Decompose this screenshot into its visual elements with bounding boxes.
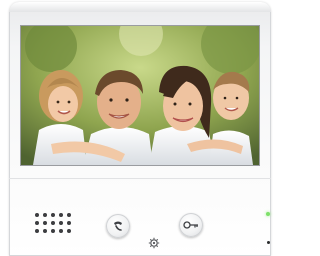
gear-icon[interactable] bbox=[148, 237, 160, 249]
talk-icon bbox=[114, 221, 122, 231]
indicator-led bbox=[267, 241, 270, 244]
video-intercom-monitor bbox=[9, 2, 271, 256]
key-icon bbox=[183, 221, 198, 229]
family-photo-image bbox=[21, 26, 259, 165]
power-led bbox=[266, 212, 270, 216]
panel-divider bbox=[9, 178, 271, 179]
video-screen bbox=[21, 26, 259, 165]
talk-button[interactable] bbox=[106, 214, 130, 238]
top-bezel bbox=[9, 2, 271, 12]
speaker-grille bbox=[35, 213, 73, 237]
unlock-button[interactable] bbox=[179, 213, 203, 237]
